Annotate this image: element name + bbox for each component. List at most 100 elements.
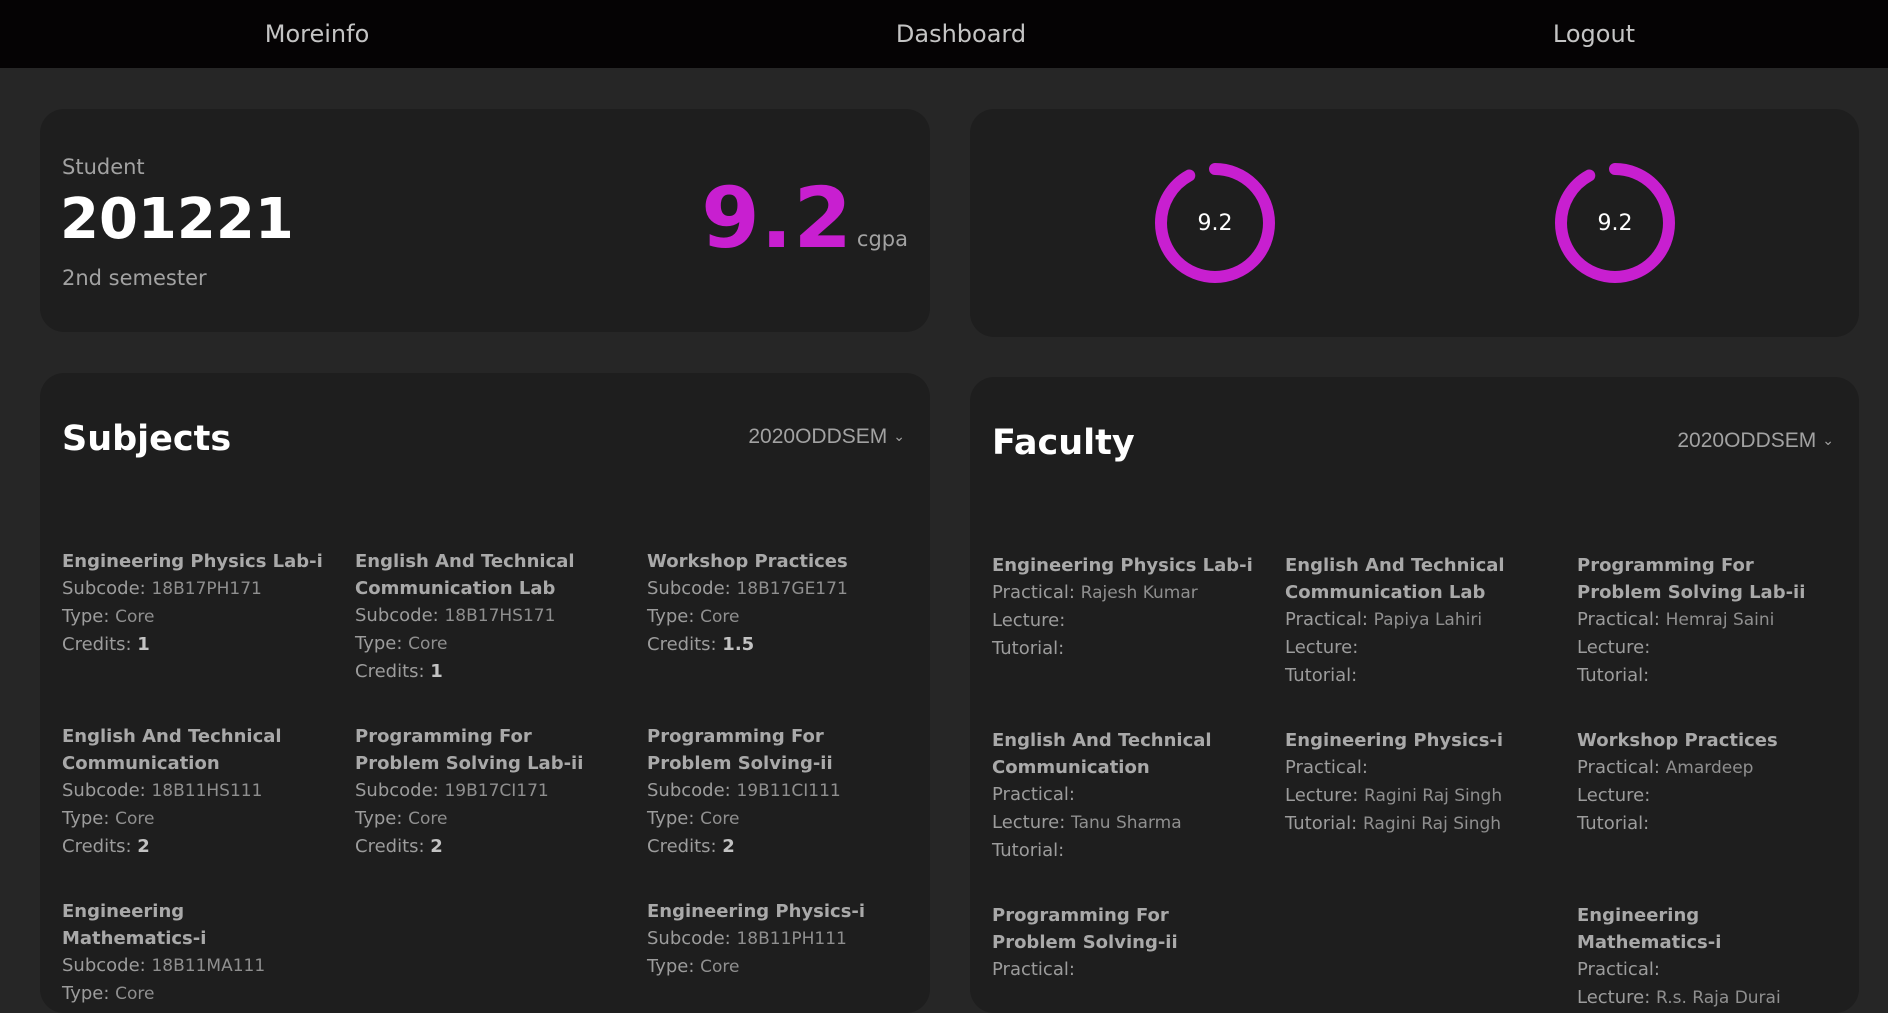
practical-label: Practical: [1285,609,1374,630]
ring-value: 9.2 [1197,210,1233,236]
cgpa-rings-card: 9.2 9.2 [970,109,1859,337]
subjects-title: Subjects [62,419,232,459]
type-label: Type: [62,808,116,829]
subcode-value: 19B11CI111 [736,781,841,801]
subcode-value: 18B17PH171 [151,579,262,599]
type-label: Type: [355,808,409,829]
credits-label: Credits: [62,634,138,655]
faculty-item: Engineering Mathematics-i Practical: Lec… [1577,902,1839,1012]
faculty-item: Programming For Problem Solving-ii Pract… [992,902,1254,984]
subject-item: Workshop Practices Subcode: 18B17GE171 T… [647,548,909,658]
lecture-value: R.s. Raja Durai [1656,988,1781,1008]
lecture-label: Lecture: [1285,785,1365,806]
practical-label: Practical: [1577,959,1660,980]
faculty-card: Faculty 2020ODDSEM ⌄ Engineering Physics … [970,377,1859,1013]
subcode-value: 18B17HS171 [444,606,556,626]
tutorial-label: Tutorial: [1285,813,1363,834]
faculty-semester-select[interactable]: 2020ODDSEM ⌄ [1677,429,1834,453]
semester-label: 2nd semester [62,266,207,290]
subject-name: English And Technical Communication [62,726,282,774]
subject-name: Engineering Physics Lab-i [62,551,323,572]
tutorial-label: Tutorial: [1577,665,1650,686]
subjects-semester-select[interactable]: 2020ODDSEM ⌄ [748,425,905,449]
faculty-subject-name: English And Technical Communication [992,730,1212,778]
subject-item: Programming For Problem Solving-ii Subco… [647,723,909,860]
cgpa-value: 9.2 [701,169,853,267]
faculty-item: Engineering Physics-i Practical: Lecture… [1285,727,1547,838]
student-id: 201221 [60,187,294,252]
subject-name: Engineering Mathematics-i [62,901,207,949]
type-value: Core [115,984,155,1004]
subcode-value: 18B11HS111 [151,781,263,801]
subject-name: Workshop Practices [647,551,848,572]
student-card: Student 201221 2nd semester 9.2 cgpa [40,109,930,332]
faculty-subject-name: Engineering Physics-i [1285,730,1504,751]
lecture-label: Lecture: [1577,785,1651,806]
faculty-subject-name: Programming For Problem Solving-ii [992,905,1178,953]
subcode-label: Subcode: [355,605,445,626]
tutorial-value: Ragini Raj Singh [1362,814,1502,834]
subject-item: Engineering Physics Lab-i Subcode: 18B17… [62,548,324,658]
credits-label: Credits: [647,836,723,857]
tutorial-label: Tutorial: [992,840,1065,861]
faculty-semester-value: 2020ODDSEM [1677,429,1817,452]
faculty-subject-name: English And Technical Communication Lab [1285,555,1505,603]
cgpa-unit: cgpa [856,227,908,251]
faculty-title: Faculty [992,423,1135,463]
lecture-label: Lecture: [1577,987,1657,1008]
credits-value: 1.5 [722,634,755,655]
faculty-subject-name: Workshop Practices [1577,730,1778,751]
tutorial-label: Tutorial: [1577,813,1650,834]
type-label: Type: [647,808,701,829]
cgpa-ring: 9.2 [1553,161,1677,285]
chevron-down-icon: ⌄ [893,428,905,444]
lecture-label: Lecture: [1285,637,1359,658]
practical-label: Practical: [992,784,1075,805]
subject-name: Programming For Problem Solving-ii [647,726,833,774]
practical-value: Amardeep [1665,758,1754,778]
faculty-item: Engineering Physics Lab-i Practical: Raj… [992,552,1254,663]
credits-label: Credits: [355,661,431,682]
nav-logout-link[interactable]: Logout [1553,20,1635,48]
faculty-item: English And Technical Communication Prac… [992,727,1254,865]
subcode-label: Subcode: [62,578,152,599]
lecture-label: Lecture: [1577,637,1651,658]
subcode-value: 19B17CI171 [444,781,549,801]
credits-label: Credits: [62,836,138,857]
subcode-value: 18B11MA111 [151,956,266,976]
type-value: Core [408,634,448,654]
subject-name: Engineering Physics-i [647,901,866,922]
type-value: Core [700,607,740,627]
lecture-value: Ragini Raj Singh [1364,786,1503,806]
tutorial-label: Tutorial: [992,638,1065,659]
faculty-item: Workshop Practices Practical: Amardeep L… [1577,727,1839,838]
lecture-value: Tanu Sharma [1071,813,1182,833]
subcode-value: 18B11PH111 [736,929,847,949]
nav-dashboard-link[interactable]: Dashboard [896,20,1026,48]
tutorial-label: Tutorial: [1285,665,1358,686]
subject-item: English And Technical Communication Lab … [355,548,617,685]
cgpa-ring: 9.2 [1153,161,1277,285]
practical-label: Practical: [1577,757,1666,778]
type-value: Core [700,957,740,977]
lecture-label: Lecture: [992,812,1072,833]
student-label: Student [62,155,145,179]
subcode-label: Subcode: [647,578,737,599]
faculty-subject-name: Engineering Mathematics-i [1577,905,1722,953]
subject-item: Programming For Problem Solving Lab-ii S… [355,723,617,860]
subject-item: Engineering Physics-i Subcode: 18B11PH11… [647,898,909,981]
credits-label: Credits: [355,836,431,857]
type-value: Core [700,809,740,829]
subject-item: Engineering Mathematics-i Subcode: 18B11… [62,898,324,1008]
practical-value: Rajesh Kumar [1080,583,1198,603]
type-value: Core [408,809,448,829]
subcode-label: Subcode: [355,780,445,801]
practical-label: Practical: [992,959,1075,980]
nav-moreinfo-link[interactable]: Moreinfo [265,20,370,48]
credits-value: 2 [137,836,150,857]
subject-item: English And Technical Communication Subc… [62,723,324,860]
type-value: Core [115,809,155,829]
subject-name: Programming For Problem Solving Lab-ii [355,726,584,774]
ring-value: 9.2 [1597,210,1633,236]
subjects-semester-value: 2020ODDSEM [748,425,888,448]
